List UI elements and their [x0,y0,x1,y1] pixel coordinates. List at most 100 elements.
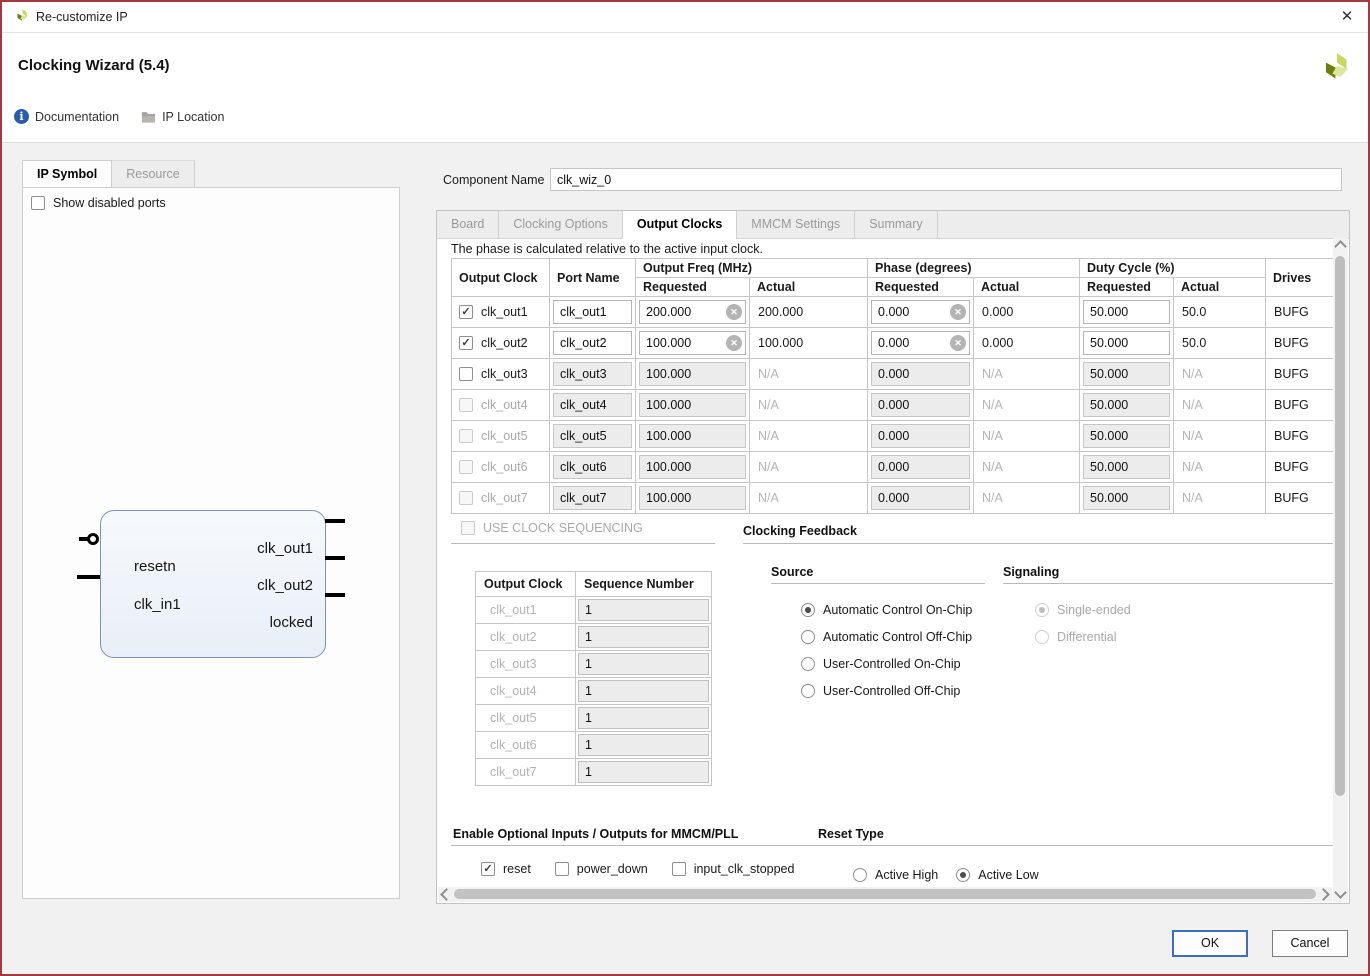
freq-actual-value: N/A [758,491,779,505]
sequence-number-field: 1 [578,653,709,675]
phase-actual-value: 0.000 [982,305,1013,319]
resetn-bubble-icon [87,533,99,545]
component-name-input[interactable] [550,168,1342,191]
duty-requested-field: 50.000 [1083,486,1170,510]
sequence-number-field: 1 [578,599,709,621]
documentation-label: Documentation [35,110,119,124]
source-option-user-controlled-off-chip[interactable]: User-Controlled Off-Chip [801,684,972,698]
close-icon[interactable]: ✕ [1336,6,1358,28]
col-freq-actual: Actual [750,278,868,297]
ok-button[interactable]: OK [1172,930,1248,957]
source-option-automatic-control-on-chip[interactable]: Automatic Control On-Chip [801,603,972,617]
window-title: Re-customize IP [36,10,128,24]
optional-io-reset[interactable]: ✓reset [481,862,531,876]
tab-resource[interactable]: Resource [112,160,195,187]
vertical-scrollbar[interactable] [1333,238,1348,902]
sequence-row: clk_out71 [476,759,712,786]
tab-clocking-options[interactable]: Clocking Options [499,211,623,238]
reset-type-option-active-low[interactable]: Active Low [956,868,1038,882]
radio-icon[interactable] [853,868,867,882]
vertical-scrollbar-thumb[interactable] [1335,256,1345,796]
freq-requested-field[interactable]: 100.000✕ [639,331,746,355]
table-row: ✓clk_out1clk_out1200.000✕200.0000.000✕0.… [452,297,1337,328]
component-name-label: Component Name [443,173,544,187]
source-option-user-controlled-on-chip[interactable]: User-Controlled On-Chip [801,657,972,671]
scroll-right-icon[interactable] [1317,888,1330,901]
duty-requested-field: 50.000 [1083,362,1170,386]
radio-icon[interactable] [956,868,970,882]
tab-summary[interactable]: Summary [855,211,937,238]
signaling-option-single-ended: Single-ended [1035,603,1131,617]
locked-pin [325,593,345,597]
use-clock-sequencing-checkbox [461,521,475,535]
horizontal-scrollbar[interactable] [438,887,1332,902]
use-clock-sequencing-row: USE CLOCK SEQUENCING [461,521,643,535]
radio-icon[interactable] [801,630,815,644]
sequence-clock-label: clk_out3 [476,651,576,678]
radio-icon[interactable] [801,603,815,617]
optional-io-input_clk_stopped[interactable]: input_clk_stopped [672,862,795,876]
output-clock-checkbox[interactable]: ✓ [459,336,473,350]
page-title: Clocking Wizard (5.4) [18,57,170,74]
optional-io-power_down[interactable]: power_down [555,862,648,876]
checkbox-icon[interactable] [672,862,686,876]
sequence-row: clk_out41 [476,678,712,705]
duty-requested-field[interactable]: 50.000 [1083,300,1170,324]
clear-icon[interactable]: ✕ [726,304,742,320]
scroll-down-icon[interactable] [1334,886,1347,899]
clear-icon[interactable]: ✕ [950,335,966,351]
sequence-row: clk_out11 [476,597,712,624]
freq-actual-value: N/A [758,429,779,443]
port-name-field[interactable]: clk_out2 [553,331,632,355]
tab-output-clocks[interactable]: Output Clocks [623,211,737,239]
cancel-button[interactable]: Cancel [1272,930,1348,957]
phase-requested-field[interactable]: 0.000✕ [871,300,970,324]
checkbox-icon[interactable] [555,862,569,876]
reset-type-option-active-high[interactable]: Active High [853,868,938,882]
output-clock-checkbox[interactable]: ✓ [459,305,473,319]
drives-value: BUFG [1274,398,1309,412]
clk-out1-pin [325,519,345,523]
source-radio-group: Automatic Control On-Chip Automatic Contr… [801,603,972,698]
sequence-number-field: 1 [578,626,709,648]
output-clock-checkbox [459,491,473,505]
doc-toolbar: i Documentation IP Location [14,109,224,124]
output-clock-label: clk_out2 [481,336,528,350]
divider [451,543,715,544]
folder-icon [141,110,156,123]
scroll-left-icon[interactable] [440,888,453,901]
sequence-clock-label: clk_out5 [476,705,576,732]
documentation-link[interactable]: i Documentation [14,109,119,124]
scroll-up-icon[interactable] [1334,240,1347,253]
phase-actual-value: N/A [982,398,1003,412]
port-name-field[interactable]: clk_out1 [553,300,632,324]
freq-actual-value: N/A [758,367,779,381]
horizontal-scrollbar-thumb[interactable] [454,889,1316,899]
output-clock-checkbox[interactable] [459,367,473,381]
checkbox-icon[interactable]: ✓ [481,862,495,876]
show-disabled-ports-checkbox[interactable] [31,196,45,210]
clear-icon[interactable]: ✕ [726,335,742,351]
duty-requested-field: 50.000 [1083,393,1170,417]
sequence-row: clk_out51 [476,705,712,732]
tab-mmcm-settings[interactable]: MMCM Settings [737,211,855,238]
optional-io-title: Enable Optional Inputs / Outputs for MMC… [453,827,738,841]
phase-requested-field[interactable]: 0.000✕ [871,331,970,355]
radio-icon[interactable] [801,684,815,698]
ip-symbol-body: Show disabled ports resetn clk_in1 clk_o… [22,187,400,899]
duty-requested-field[interactable]: 50.000 [1083,331,1170,355]
clear-icon[interactable]: ✕ [950,304,966,320]
radio-icon[interactable] [801,657,815,671]
freq-requested-field[interactable]: 200.000✕ [639,300,746,324]
radio-label: Active Low [978,868,1038,882]
ip-location-link[interactable]: IP Location [141,110,224,124]
tab-ip-symbol[interactable]: IP Symbol [22,160,112,188]
tab-board[interactable]: Board [437,211,499,238]
radio-icon [1035,603,1049,617]
checkbox-label: power_down [577,862,648,876]
source-title: Source [771,565,813,579]
sequence-clock-label: clk_out7 [476,759,576,786]
source-option-automatic-control-off-chip[interactable]: Automatic Control Off-Chip [801,630,972,644]
use-clock-sequencing-label: USE CLOCK SEQUENCING [483,521,643,535]
duty-actual-value: 50.0 [1182,305,1206,319]
